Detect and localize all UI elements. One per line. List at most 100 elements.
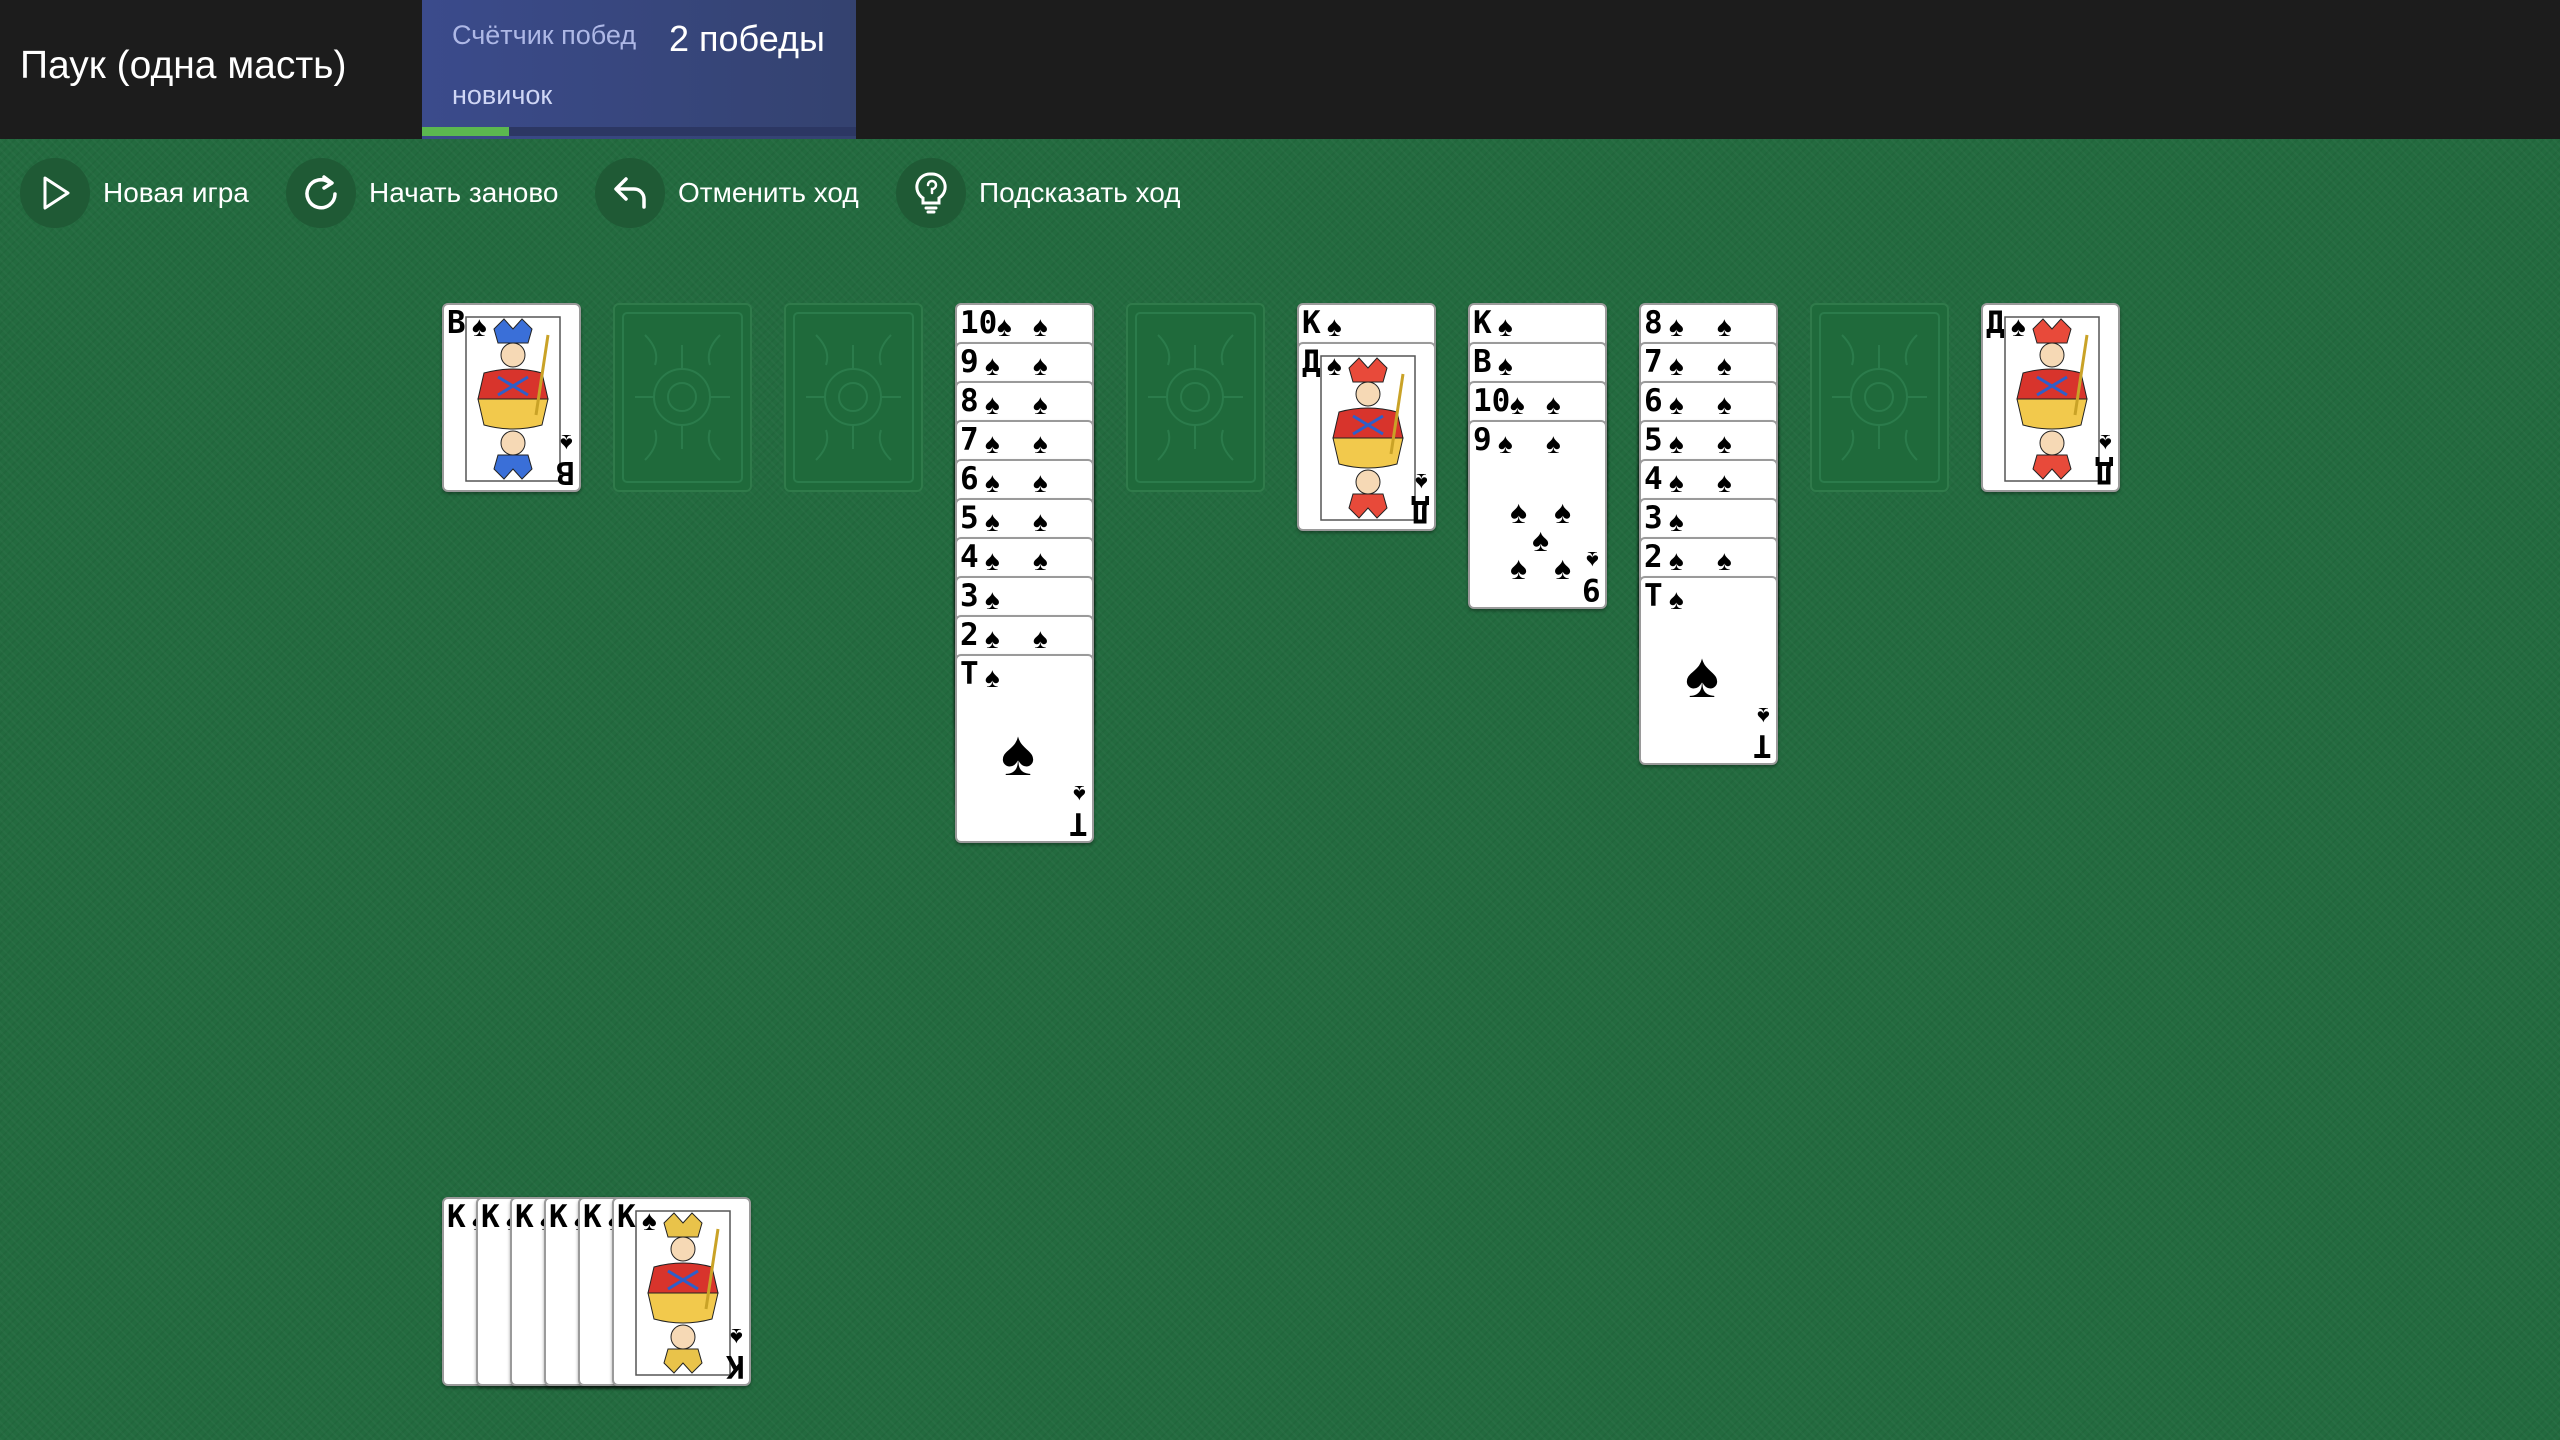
- card-rank: 8: [960, 383, 979, 419]
- game-title: Паук (одна масть): [20, 44, 347, 87]
- spade-icon: ♠: [1717, 311, 1732, 342]
- spade-icon: ♠: [1327, 311, 1342, 342]
- spade-icon: ♠: [1033, 545, 1048, 576]
- card-rank: К: [617, 1199, 636, 1235]
- court-figure-icon: [465, 316, 561, 482]
- card-rank: Д: [1986, 305, 2005, 341]
- empty-pile-slot[interactable]: [784, 303, 923, 492]
- completed-sequences[interactable]: К♠К♠К♠К♠К♠К♠К♠: [442, 1197, 752, 1386]
- card-rank: В: [447, 305, 466, 341]
- rank-progress-fill: [422, 127, 509, 136]
- spade-icon: ♠: [985, 506, 1000, 537]
- spade-icon: ♠: [985, 662, 1000, 693]
- playing-card[interactable]: Д ♠ Д ♠: [1981, 303, 2120, 492]
- card-rank: К: [1473, 305, 1492, 341]
- tableau-pile[interactable]: 10 ♠ ♠ 9 ♠ ♠ 8 ♠ ♠ 7 ♠ ♠ 6 ♠ ♠ 5 ♠ ♠ 4 ♠ ♠ 3 ♠ 2 ♠ ♠ Т ♠ ♠ Т ♠: [955, 303, 1094, 843]
- spade-icon: ♠: [1033, 506, 1048, 537]
- card-rank: Д: [1302, 344, 1321, 380]
- card-rank: К: [583, 1199, 602, 1235]
- court-figure-icon: [2004, 316, 2100, 482]
- card-rank: 3: [1644, 500, 1663, 536]
- card-rank: 9: [1582, 571, 1601, 607]
- spade-icon: ♠: [1669, 467, 1684, 498]
- tableau-pile[interactable]: 8 ♠ ♠ 7 ♠ ♠ 6 ♠ ♠ 5 ♠ ♠ 4 ♠ ♠ 3 ♠ 2 ♠ ♠ Т ♠ ♠ Т ♠: [1639, 303, 1778, 765]
- spade-icon: ♠: [1510, 494, 1527, 530]
- spade-icon: ♠: [985, 467, 1000, 498]
- tableau-pile[interactable]: [784, 303, 923, 492]
- empty-pile-slot[interactable]: [1126, 303, 1265, 492]
- spade-icon: ♠: [1669, 311, 1684, 342]
- tableau-pile[interactable]: [1810, 303, 1949, 492]
- restart-label: Начать заново: [369, 177, 559, 208]
- card-rank: К: [1302, 305, 1321, 341]
- spade-icon: ♠: [2099, 429, 2112, 456]
- spade-icon: ♠: [1532, 522, 1549, 558]
- spade-icon: ♠: [1033, 467, 1048, 498]
- court-figure-icon: [1320, 355, 1416, 521]
- spade-icon: ♠: [1669, 584, 1684, 615]
- court-figure-icon: [635, 1210, 731, 1376]
- spade-icon: ♠: [1033, 311, 1048, 342]
- card-rank: 2: [960, 617, 979, 653]
- card-rank: 4: [1644, 461, 1663, 497]
- playing-card[interactable]: Д ♠ Д ♠: [1297, 342, 1436, 531]
- card-rank: 9: [1473, 422, 1492, 458]
- card-rank: В: [1473, 344, 1492, 380]
- spade-icon: ♠: [985, 623, 1000, 654]
- wins-counter-label: Счётчик побед: [452, 20, 637, 50]
- undo-button[interactable]: Отменить ход: [595, 150, 859, 236]
- top-bar: Паук (одна масть) Счётчик побед 2 победы…: [0, 0, 2560, 139]
- card-rank: 10: [960, 305, 998, 341]
- restart-button[interactable]: Начать заново: [286, 150, 559, 236]
- spade-icon: ♠: [1033, 623, 1048, 654]
- undo-icon: [595, 158, 665, 228]
- spade-icon: ♠: [1546, 428, 1561, 459]
- tableau-pile[interactable]: [1126, 303, 1265, 492]
- undo-label: Отменить ход: [678, 177, 859, 208]
- spade-icon: ♠: [985, 350, 1000, 381]
- spade-icon: ♠: [985, 545, 1000, 576]
- spade-icon: ♠: [1001, 717, 1035, 789]
- playing-card[interactable]: Т ♠ ♠ Т ♠: [1639, 576, 1778, 765]
- spade-icon: ♠: [1669, 350, 1684, 381]
- empty-pile-slot[interactable]: [613, 303, 752, 492]
- tableau-pile[interactable]: В ♠ В ♠: [442, 303, 581, 492]
- tableau-pile[interactable]: [613, 303, 752, 492]
- spade-icon: ♠: [1717, 350, 1732, 381]
- tableau-pile[interactable]: К ♠ В ♠ 10 ♠ ♠ 9 ♠ ♠ ♠ ♠ ♠ ♠ ♠ 9 ♠: [1468, 303, 1607, 609]
- spade-icon: ♠: [1717, 545, 1732, 576]
- spade-icon: ♠: [1510, 550, 1527, 586]
- spade-icon: ♠: [1717, 428, 1732, 459]
- card-rank: 5: [1644, 422, 1663, 458]
- spade-icon: ♠: [1717, 389, 1732, 420]
- playing-card[interactable]: Т ♠ ♠ Т ♠: [955, 654, 1094, 843]
- playing-card[interactable]: В ♠ В ♠: [442, 303, 581, 492]
- playing-card[interactable]: 9 ♠ ♠ ♠ ♠ ♠ ♠ ♠ 9 ♠: [1468, 420, 1607, 609]
- card-rank: 6: [1644, 383, 1663, 419]
- completed-king-card[interactable]: К ♠ К ♠: [612, 1197, 751, 1386]
- spade-icon: ♠: [1498, 350, 1513, 381]
- new-game-button[interactable]: Новая игра: [20, 150, 249, 236]
- spade-icon: ♠: [985, 389, 1000, 420]
- card-rank: 5: [960, 500, 979, 536]
- card-rank: 8: [1644, 305, 1663, 341]
- spade-icon: ♠: [1669, 428, 1684, 459]
- card-rank: Т: [1753, 727, 1772, 763]
- card-rank: 2: [1644, 539, 1663, 575]
- rank-progress-bar: [422, 127, 856, 136]
- spade-icon: ♠: [1033, 389, 1048, 420]
- card-rank: 7: [1644, 344, 1663, 380]
- card-rank: К: [726, 1348, 745, 1384]
- hint-button[interactable]: Подсказать ход: [896, 150, 1181, 236]
- restart-icon: [286, 158, 356, 228]
- spade-icon: ♠: [1415, 468, 1428, 495]
- card-rank: К: [447, 1199, 466, 1235]
- spade-icon: ♠: [1757, 702, 1770, 729]
- tableau-pile[interactable]: К ♠ Д ♠ Д ♠: [1297, 303, 1436, 531]
- wins-counter-value: 2 победы: [669, 18, 825, 59]
- spade-icon: ♠: [985, 428, 1000, 459]
- tableau-pile[interactable]: Д ♠ Д ♠: [1981, 303, 2120, 492]
- hint-label: Подсказать ход: [979, 177, 1181, 208]
- wins-counter[interactable]: Счётчик побед 2 победы новичок: [422, 0, 856, 139]
- empty-pile-slot[interactable]: [1810, 303, 1949, 492]
